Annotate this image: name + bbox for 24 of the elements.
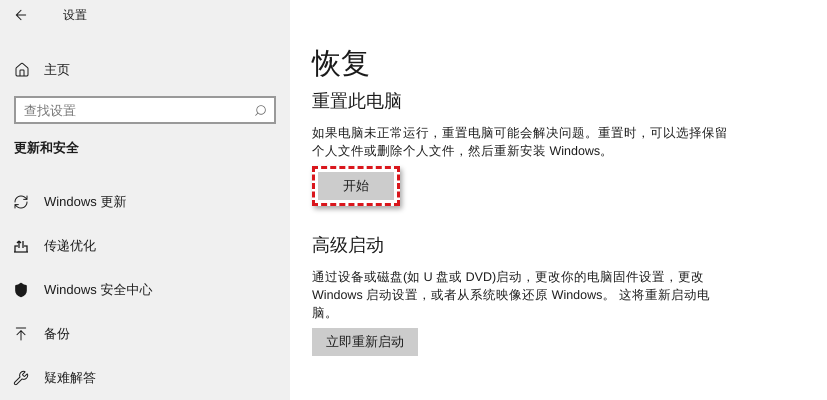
sidebar-item[interactable]: Windows 更新 [0, 180, 290, 224]
sidebar-item[interactable]: 疑难解答 [0, 356, 290, 400]
home-item[interactable]: 主页 [0, 50, 290, 90]
back-icon[interactable] [13, 7, 29, 23]
section-heading: 高级启动 [312, 234, 385, 257]
sidebar-item[interactable]: Windows 安全中心 [0, 268, 290, 312]
section-title: 更新和安全 [13, 139, 80, 157]
shield-icon [13, 282, 29, 298]
page-title: 恢复 [312, 47, 371, 82]
sync-icon [13, 194, 29, 210]
arrow-up-icon [13, 326, 29, 342]
section-description: 通过设备或磁盘(如 U 盘或 DVD)启动，更改你的电脑固件设置，更改 Windows 启动设置，或者从系统映像还原 Windows。 这将重新启动电脑。 [312, 269, 711, 322]
upload-tray-icon [13, 238, 29, 254]
home-icon [14, 62, 30, 78]
sidebar-item[interactable]: 传递优化 [0, 224, 290, 268]
action-button[interactable]: 开始 [318, 172, 394, 200]
search-icon [254, 104, 267, 117]
window-title: 设置 [63, 7, 87, 24]
action-button[interactable]: 立即重新启动 [312, 328, 418, 356]
section-description: 如果电脑未正常运行，重置电脑可能会解决问题。重置时，可以选择保留个人文件或删除个人文件，然后重新安装 Windows。 [312, 125, 729, 160]
wrench-icon [13, 370, 29, 386]
sidebar-item[interactable]: 备份 [0, 312, 290, 356]
section-heading: 重置此电脑 [312, 90, 403, 113]
search-field[interactable]: 查找设置 [14, 96, 276, 124]
